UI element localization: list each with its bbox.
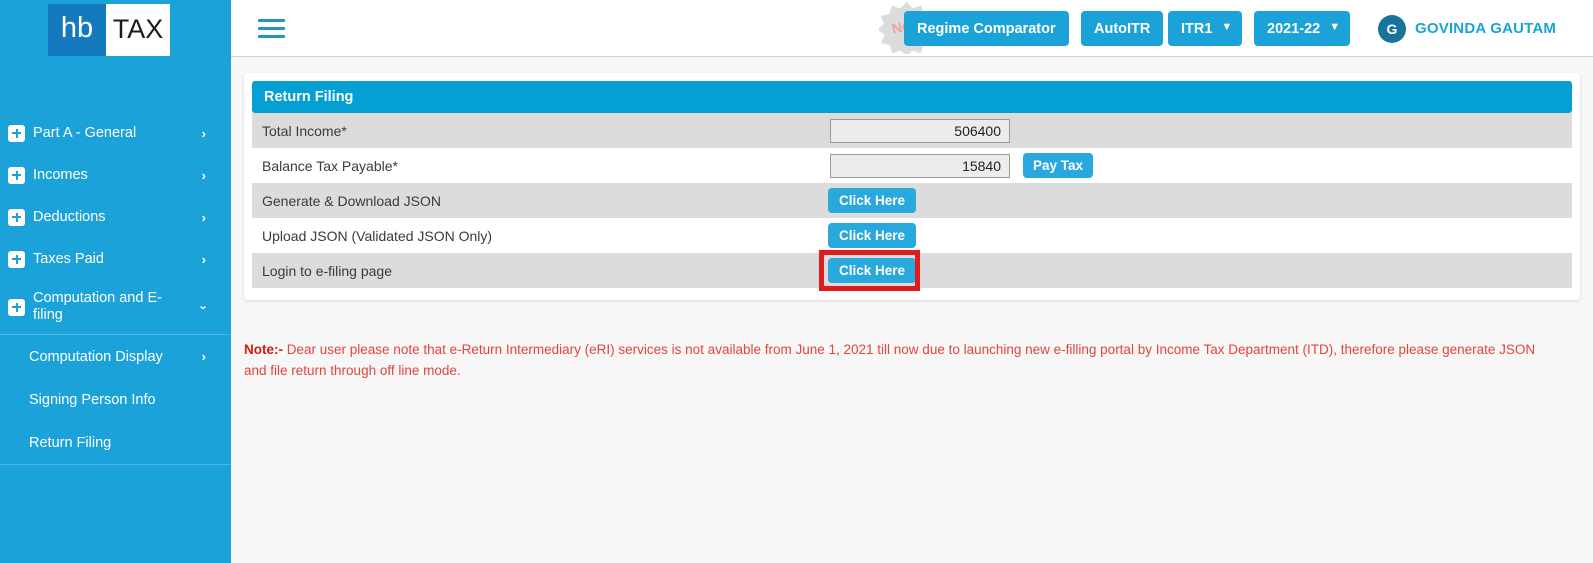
assessment-year-dropdown[interactable]: 2021-22 ▼ (1254, 11, 1351, 46)
logo-hb-text: hb (48, 4, 106, 56)
app-logo[interactable]: hb TAX (48, 4, 170, 56)
sidebar-submenu: Computation Display › Signing Person Inf… (0, 334, 231, 465)
plus-icon (8, 208, 25, 226)
pay-tax-button[interactable]: Pay Tax (1023, 153, 1094, 178)
row-label-generate-download-json: Generate & Download JSON (262, 192, 441, 209)
note-body: Dear user please note that e-Return Inte… (244, 342, 1536, 378)
balance-tax-payable-input[interactable] (830, 153, 1010, 178)
page-title: Return Filing (264, 89, 354, 105)
sidebar: hb TAX Part A - General › Incomes › Dedu… (0, 0, 231, 563)
regime-comparator-label: Regime Comparator (917, 20, 1056, 37)
generate-download-json-button[interactable]: Click Here (828, 188, 917, 213)
chevron-down-icon: › (196, 304, 212, 310)
hamburger-bar (258, 19, 285, 22)
chevron-right-icon: › (201, 167, 206, 183)
return-filing-card: Return Filing Total Income* Balance Tax … (244, 73, 1580, 300)
itr-form-dropdown[interactable]: ITR1 ▼ (1168, 11, 1243, 46)
table-row: Generate & Download JSON Click Here (252, 183, 1572, 218)
sidebar-item-computation-display[interactable]: Computation Display › (0, 335, 231, 378)
chevron-down-icon: ▼ (1221, 21, 1233, 33)
row-label-balance-tax-payable: Balance Tax Payable* (262, 157, 398, 174)
sidebar-item-signing-person-info[interactable]: Signing Person Info (0, 378, 231, 421)
chevron-right-icon: › (201, 251, 206, 267)
sidebar-subitem-label: Signing Person Info (29, 391, 156, 408)
autoitr-label: AutoITR (1094, 20, 1151, 37)
sidebar-nav: Part A - General › Incomes › Deductions … (0, 112, 231, 465)
row-label-upload-json: Upload JSON (Validated JSON Only) (262, 227, 493, 244)
row-label-total-income: Total Income* (262, 122, 347, 139)
plus-icon (8, 124, 25, 142)
sidebar-item-label: Computation and E-filing (33, 290, 162, 323)
regime-comparator-button[interactable]: Regime Comparator (904, 11, 1069, 46)
sidebar-item-label: Incomes (33, 166, 88, 183)
note-text: Note:- Dear user please note that e-Retu… (244, 339, 1551, 381)
row-label-login-efiling: Login to e-filing page (262, 262, 392, 279)
sidebar-item-computation-and-efiling[interactable]: Computation and E-filing › (0, 280, 231, 334)
plus-icon (8, 166, 25, 184)
user-name-label: GOVINDA GAUTAM (1415, 20, 1557, 37)
itr-form-label: ITR1 (1181, 20, 1213, 37)
sidebar-item-taxes-paid[interactable]: Taxes Paid › (0, 238, 231, 280)
table-row: Balance Tax Payable* Pay Tax (252, 148, 1572, 183)
content-area: Return Filing Total Income* Balance Tax … (231, 57, 1593, 563)
table-row: Login to e-filing page Click Here (252, 250, 1572, 291)
hamburger-icon[interactable] (258, 19, 285, 39)
sidebar-subitem-label: Return Filing (29, 434, 112, 451)
sidebar-item-label: Deductions (33, 208, 106, 225)
note-prefix: Note:- (244, 342, 283, 357)
upload-json-button[interactable]: Click Here (828, 223, 917, 248)
total-income-input[interactable] (830, 118, 1010, 143)
chevron-down-icon: ▼ (1329, 21, 1341, 33)
logo-tax-text: TAX (106, 4, 170, 56)
plus-icon (8, 250, 25, 268)
plus-icon (8, 298, 25, 316)
top-header: New Regime Comparator AutoITR ITR1 ▼ 202… (231, 0, 1593, 57)
avatar: G (1378, 14, 1406, 43)
sidebar-subitem-label: Computation Display (29, 348, 163, 365)
sidebar-item-return-filing[interactable]: Return Filing (0, 421, 231, 464)
table-row: Total Income* (252, 113, 1572, 148)
user-menu[interactable]: G GOVINDA GAUTAM (1378, 11, 1556, 46)
autoitr-button[interactable]: AutoITR (1081, 11, 1164, 46)
card-header: Return Filing (252, 81, 1572, 113)
sidebar-item-part-a-general[interactable]: Part A - General › (0, 112, 231, 154)
sidebar-item-incomes[interactable]: Incomes › (0, 154, 231, 196)
app-window: hb TAX Part A - General › Incomes › Dedu… (0, 0, 1593, 563)
sidebar-item-deductions[interactable]: Deductions › (0, 196, 231, 238)
chevron-right-icon: › (201, 349, 206, 364)
login-to-efiling-button[interactable]: Click Here (828, 258, 917, 283)
assessment-year-label: 2021-22 (1267, 20, 1321, 37)
sidebar-item-label: Taxes Paid (33, 250, 104, 267)
table-row: Upload JSON (Validated JSON Only) Click … (252, 218, 1572, 253)
sidebar-item-label: Part A - General (33, 124, 137, 141)
chevron-right-icon: › (201, 125, 206, 141)
chevron-right-icon: › (201, 209, 206, 225)
hamburger-bar (258, 27, 285, 30)
hamburger-bar (258, 35, 285, 38)
